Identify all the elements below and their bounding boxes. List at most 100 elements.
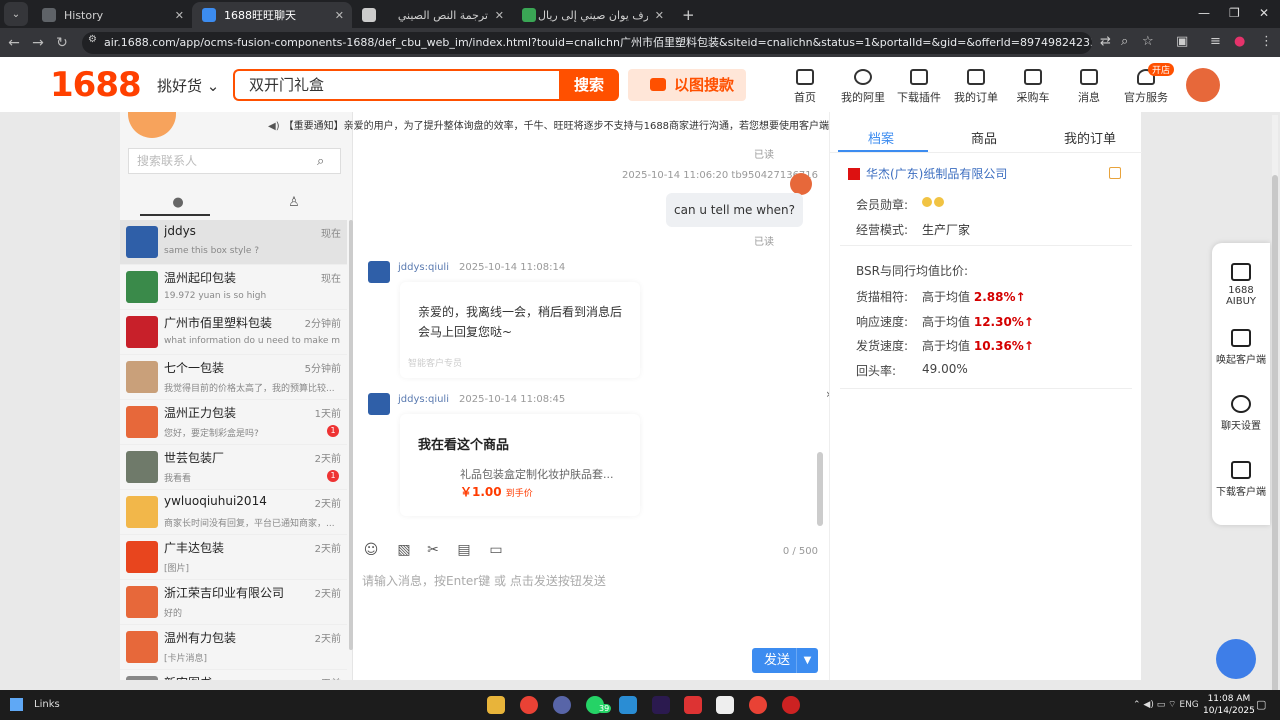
bookmark-star-icon[interactable]: ☆ xyxy=(1142,34,1154,49)
close-icon[interactable]: ✕ xyxy=(175,9,184,22)
contact-avatar xyxy=(126,631,158,663)
contact-item[interactable]: 温州起印包装 现在 19.972 yuan is so high xyxy=(120,265,347,310)
search-icon[interactable]: ⌕ xyxy=(317,154,333,170)
site-header: 1688 挑好货 ⌄ 双开门礼盒 搜索 以图搜款 首页 我的阿里 下载插件 我的… xyxy=(0,57,1280,112)
video-app-icon[interactable] xyxy=(684,696,702,714)
tab-my-orders[interactable]: 我的订单 xyxy=(1064,128,1116,147)
nav-label: 我的订单 xyxy=(954,91,998,104)
quick-reply-icon[interactable]: ▭ xyxy=(487,542,505,560)
chrome-icon[interactable] xyxy=(520,696,538,714)
minimize-icon[interactable]: — xyxy=(1198,6,1210,20)
close-icon[interactable]: ✕ xyxy=(335,9,344,22)
forward-icon[interactable]: → xyxy=(26,35,50,51)
tab-history[interactable]: History ✕ xyxy=(32,2,192,28)
app-icon[interactable] xyxy=(782,696,800,714)
address-bar: ← → ↻ air.1688.com/app/ocms-fusion-compo… xyxy=(0,28,1280,57)
message-input[interactable]: 请输入消息，按Enter键 或 点击发送按钮发送 xyxy=(362,572,606,589)
contact-item[interactable]: 七个一包装 5分钟前 我觉得目前的价格太高了，我的预算比较... xyxy=(120,355,347,400)
close-icon[interactable]: ✕ xyxy=(655,9,664,22)
store-icon[interactable] xyxy=(619,696,637,714)
customer-service-bot[interactable] xyxy=(1216,639,1256,679)
image-search-button[interactable]: 以图搜款 xyxy=(628,69,746,101)
contact-item[interactable]: 新宏图书 2天前 xyxy=(120,670,347,680)
translate-icon[interactable]: ⇄ xyxy=(1100,34,1111,49)
tab-search-button[interactable]: ⌄ xyxy=(4,2,28,26)
contact-search-input[interactable]: 搜索联系人 xyxy=(128,148,341,174)
tab-1688-chat[interactable]: 1688旺旺聊天 ✕ xyxy=(192,2,352,28)
close-icon[interactable]: ✕ xyxy=(495,9,504,22)
page-scrollbar[interactable] xyxy=(1272,115,1278,690)
contact-item[interactable]: 世芸包装厂 2天前 我看看 1 xyxy=(120,445,347,490)
sidebar-scrollbar[interactable] xyxy=(349,220,353,650)
menu-icon[interactable]: ⋮ xyxy=(1260,34,1273,49)
tab-contacts[interactable]: ♙ xyxy=(236,195,352,210)
chevron-down-icon[interactable]: ▼ xyxy=(796,648,818,673)
tab-translate[interactable]: ترجمة النص الصيني ✕ xyxy=(352,2,512,28)
bsr-row: 货描相符: 高于均值 2.88%↑ xyxy=(856,288,1026,305)
tab-exchange-rate[interactable]: سعر صرف يوان صيني إلى ريال ... ✕ xyxy=(512,2,672,28)
premiere-icon[interactable] xyxy=(652,696,670,714)
contact-item[interactable]: 广州市佰里塑料包装 2分钟前 what information do u need … xyxy=(120,310,347,355)
contact-item[interactable]: 温州有力包装 2天前 [卡片消息] xyxy=(120,625,347,670)
repeat-rate-row: 回头率: 49.00% xyxy=(856,362,968,379)
emoji-icon[interactable]: ☺ xyxy=(362,542,380,560)
contact-item[interactable]: jddys 现在 same this box style ? xyxy=(120,220,347,265)
contact-item[interactable]: ywluoqiuhui2014 2天前 商家长时间没有回复，平台已通知商家，... xyxy=(120,490,347,535)
message-composer: ☺ ▧ ✂ ▤ ▭ 0 / 500 请输入消息，按Enter键 或 点击发送按钮… xyxy=(356,538,822,680)
windows-start-icon[interactable] xyxy=(10,698,23,711)
contact-item[interactable]: 浙江荣吉印业有限公司 2天前 好的 xyxy=(120,580,347,625)
clock[interactable]: 11:08 AM 10/14/2025 xyxy=(1203,693,1255,717)
mode-label: 经营模式: xyxy=(856,223,909,237)
unread-badge: 1 xyxy=(327,470,339,482)
restore-icon[interactable]: ❐ xyxy=(1229,6,1240,20)
tab-profile[interactable]: 档案 xyxy=(868,128,894,147)
chat-settings-button[interactable]: 聊天设置 xyxy=(1212,395,1270,432)
tab-chats[interactable]: ● xyxy=(120,195,236,210)
order-card-icon[interactable]: ▤ xyxy=(455,542,473,560)
my-avatar[interactable] xyxy=(128,112,176,138)
system-tray[interactable]: ⌃ ◀) ▭ ⌔ ENG xyxy=(1133,699,1199,710)
1688-logo[interactable]: 1688 xyxy=(50,65,142,105)
notion-icon[interactable] xyxy=(716,696,734,714)
open-client-button[interactable]: 唤起客户端 xyxy=(1212,329,1270,366)
window-close-icon[interactable]: ✕ xyxy=(1259,6,1269,20)
chrome-active-icon[interactable] xyxy=(749,696,767,714)
product-card[interactable]: 我在看这个商品 礼品包装盒定制化妆护肤品套... ￥1.00 到手价 xyxy=(400,414,640,516)
zoom-icon[interactable]: ⌕ xyxy=(1121,34,1128,49)
search-button[interactable]: 搜索 xyxy=(559,69,619,101)
avatar[interactable] xyxy=(1186,68,1220,102)
reload-icon[interactable]: ↻ xyxy=(50,35,74,51)
scroll-thumb[interactable] xyxy=(1272,175,1278,690)
camera-icon xyxy=(650,78,666,91)
scissors-icon[interactable]: ✂ xyxy=(424,542,442,560)
new-tab-button[interactable]: + xyxy=(672,2,705,28)
contact-last-message: [图片] xyxy=(164,564,190,574)
profile-icon[interactable]: ● xyxy=(1234,34,1245,49)
company-name[interactable]: 华杰(广东)纸制品有限公司 xyxy=(848,165,1007,182)
download-client-button[interactable]: 下载客户端 xyxy=(1212,461,1270,498)
send-button[interactable]: 发送 ▼ xyxy=(752,648,818,673)
back-icon[interactable]: ← xyxy=(2,35,26,51)
reading-list-icon[interactable]: ≡ xyxy=(1210,34,1221,49)
tab-products[interactable]: 商品 xyxy=(971,128,997,147)
app-icon[interactable] xyxy=(553,696,571,714)
pick-goods-dropdown[interactable]: 挑好货 ⌄ xyxy=(157,75,219,96)
message-time: 2025-10-14 11:08:14 xyxy=(459,262,566,273)
nav-label: 官方服务 xyxy=(1124,91,1168,104)
file-explorer-icon[interactable] xyxy=(487,696,505,714)
notification-icon[interactable]: ▢ xyxy=(1256,698,1266,711)
contact-item[interactable]: 温州正力包装 1天前 您好，要定制彩盒是吗? 1 xyxy=(120,400,347,445)
image-icon[interactable]: ▧ xyxy=(395,542,413,560)
links-toolbar[interactable]: Links xyxy=(34,699,60,710)
site-info-icon[interactable]: ⚙ xyxy=(88,34,97,45)
chat-scrollbar[interactable] xyxy=(817,452,823,526)
extensions-icon[interactable]: ▣ xyxy=(1176,34,1188,49)
contact-sidebar: 搜索联系人 ⌕ ● ♙ jddys 现在 same this box style ?… xyxy=(120,112,353,680)
search-input[interactable]: 双开门礼盒 xyxy=(233,69,559,101)
language-indicator[interactable]: ENG xyxy=(1179,700,1198,710)
aibuy-button[interactable]: 1688 AIBUY xyxy=(1212,263,1270,307)
contact-item[interactable]: 广丰达包装 2天前 [图片] xyxy=(120,535,347,580)
open-store-badge[interactable]: 开店 xyxy=(1148,63,1175,76)
message-user: jddys:qiuli xyxy=(398,394,449,405)
url-field[interactable]: air.1688.com/app/ocms-fusion-components-… xyxy=(82,32,1092,54)
